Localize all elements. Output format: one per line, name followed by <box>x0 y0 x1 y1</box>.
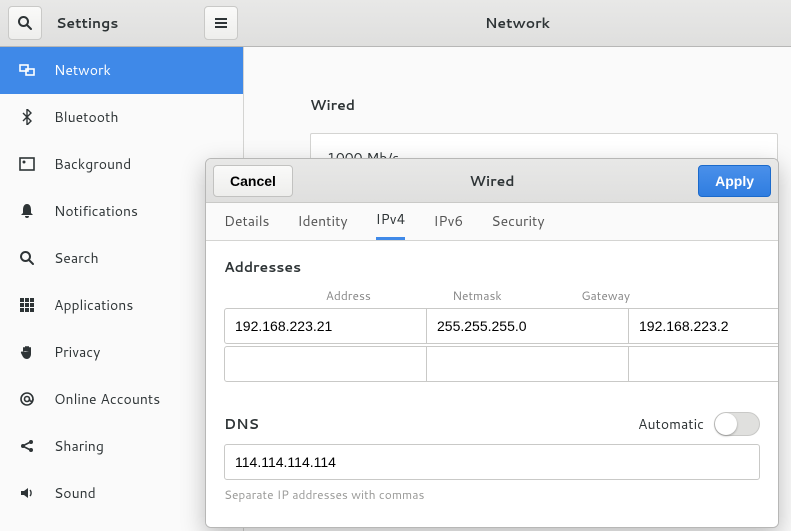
bell-icon <box>18 203 36 219</box>
connection-dialog: Cancel Wired Apply Details Identity IPv4… <box>205 158 779 528</box>
share-icon <box>18 438 36 454</box>
addresses-heading: Addresses <box>224 257 760 277</box>
sidebar-item-label: Search <box>54 248 99 268</box>
dns-heading: DNS <box>224 414 259 434</box>
search-icon <box>17 15 33 31</box>
bluetooth-icon <box>18 109 36 125</box>
gateway-input[interactable] <box>629 346 779 382</box>
sidebar-item-label: Applications <box>54 295 133 315</box>
apply-button[interactable]: Apply <box>698 165 771 197</box>
tab-ipv6[interactable]: IPv6 <box>433 203 463 240</box>
tab-details[interactable]: Details <box>224 203 270 240</box>
sidebar-item-label: Background <box>54 154 131 174</box>
dialog-title: Wired <box>470 171 515 191</box>
dns-input[interactable] <box>224 444 760 480</box>
sidebar-item-label: Bluetooth <box>54 107 118 127</box>
tab-ipv4[interactable]: IPv4 <box>376 203 406 240</box>
sidebar-item-label: Network <box>54 60 111 80</box>
speaker-icon <box>18 485 36 501</box>
sidebar-item-label: Sound <box>54 483 96 503</box>
background-icon <box>18 157 36 171</box>
address-row <box>224 308 760 344</box>
menu-button[interactable] <box>204 6 238 40</box>
dns-automatic-toggle[interactable] <box>714 412 760 436</box>
hand-icon <box>18 344 36 360</box>
apps-icon <box>18 297 36 313</box>
wired-section-title: Wired <box>310 95 791 115</box>
gateway-col-label: Gateway <box>541 287 670 304</box>
network-icon <box>18 62 36 78</box>
at-icon <box>18 391 36 407</box>
netmask-input[interactable] <box>427 346 629 382</box>
hamburger-icon <box>213 15 229 31</box>
gateway-input[interactable] <box>629 308 779 344</box>
tab-identity[interactable]: Identity <box>298 203 348 240</box>
sidebar-item-bluetooth[interactable]: Bluetooth <box>0 94 243 141</box>
sidebar-item-label: Sharing <box>54 436 104 456</box>
sidebar-item-label: Online Accounts <box>54 389 160 409</box>
search-button[interactable] <box>8 6 42 40</box>
settings-title: Settings <box>56 13 118 33</box>
sidebar-item-label: Notifications <box>54 201 138 221</box>
cancel-button[interactable]: Cancel <box>213 165 293 197</box>
dialog-tabs: Details Identity IPv4 IPv6 Security <box>206 203 778 241</box>
dns-hint: Separate IP addresses with commas <box>224 486 760 503</box>
address-input[interactable] <box>224 308 427 344</box>
sidebar-item-label: Privacy <box>54 342 100 362</box>
tab-security[interactable]: Security <box>491 203 544 240</box>
automatic-label: Automatic <box>638 414 704 434</box>
page-title: Network <box>485 13 550 33</box>
netmask-input[interactable] <box>427 308 629 344</box>
address-input[interactable] <box>224 346 427 382</box>
address-row <box>224 346 760 382</box>
address-col-label: Address <box>284 287 413 304</box>
search-icon <box>18 250 36 266</box>
sidebar-item-network[interactable]: Network <box>0 47 243 94</box>
netmask-col-label: Netmask <box>413 287 542 304</box>
